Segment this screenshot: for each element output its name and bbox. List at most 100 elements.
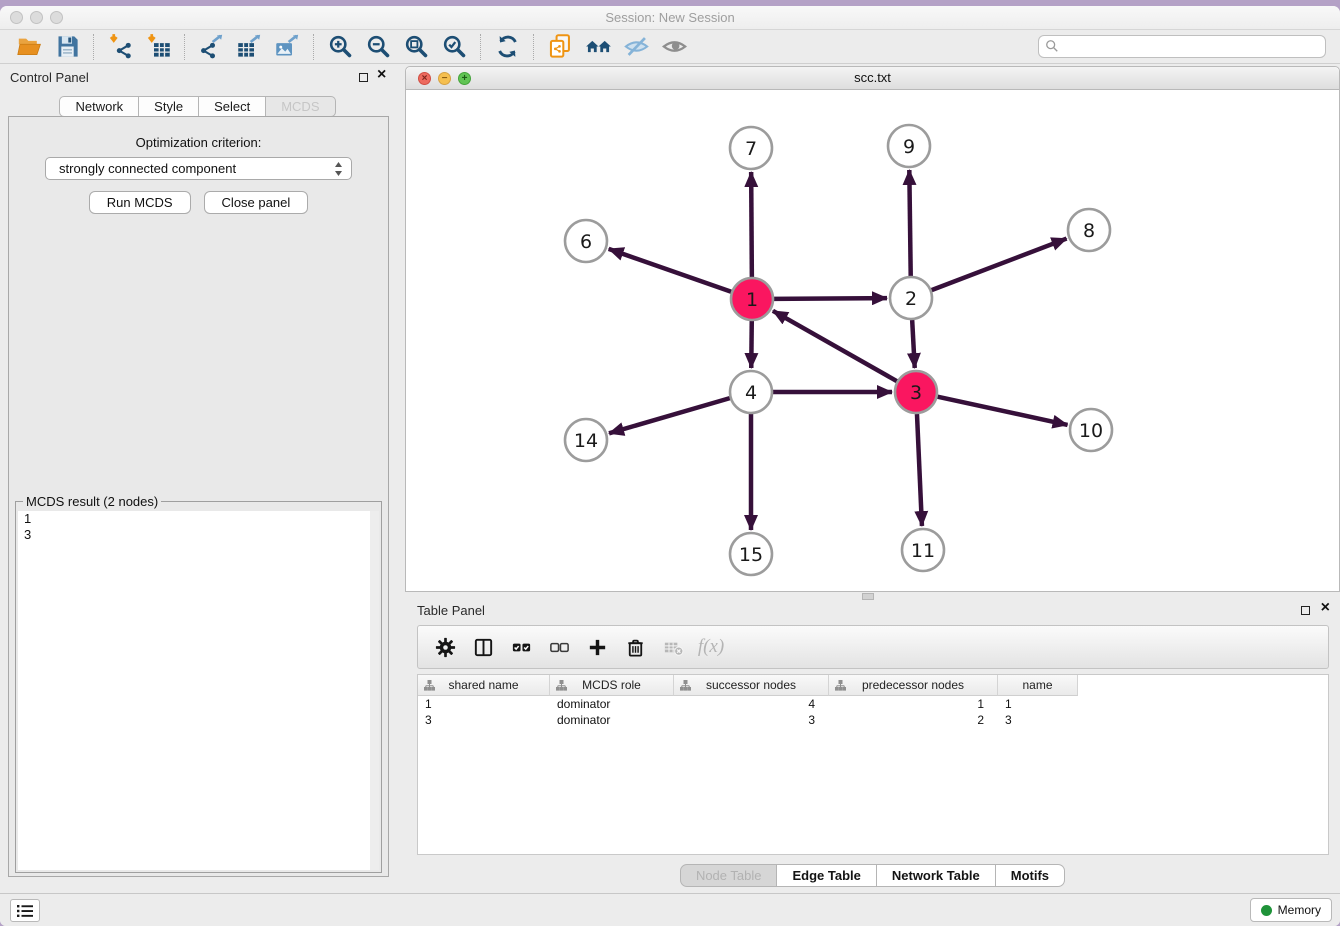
import-network-button[interactable]: [101, 32, 139, 62]
table-header-predecessor-nodes[interactable]: predecessor nodes: [829, 675, 998, 696]
table-cell[interactable]: dominator: [550, 713, 674, 727]
zoom-selected-icon: [441, 33, 468, 60]
zoom-out-button[interactable]: [359, 32, 397, 62]
graph-edge-1-7[interactable]: [751, 172, 752, 277]
table-row[interactable]: 3dominator323: [418, 712, 1328, 728]
horizontal-splitter-handle[interactable]: [862, 593, 874, 600]
network-canvas[interactable]: 7968124314101511: [406, 90, 1339, 591]
result-scrollbar[interactable]: [370, 511, 379, 870]
show-column-button[interactable]: [466, 630, 500, 664]
apply-layout-button[interactable]: [488, 32, 526, 62]
network-overview-button[interactable]: [579, 32, 617, 62]
control-panel-float-icon[interactable]: [359, 73, 368, 82]
column-attribute-icon: [835, 680, 846, 691]
save-session-button[interactable]: [48, 32, 86, 62]
column-attribute-icon: [680, 680, 691, 691]
table-cell[interactable]: 3: [418, 713, 550, 727]
table-cell[interactable]: 3: [674, 713, 829, 727]
graph-edge-1-2[interactable]: [774, 298, 887, 299]
hide-graphics-details-button[interactable]: [617, 32, 655, 62]
close-panel-button[interactable]: Close panel: [204, 191, 309, 214]
table-cell[interactable]: 1: [829, 697, 998, 711]
right-column: × − + scc.txt 7968124314101511 Table Pan…: [405, 64, 1340, 893]
table-cell[interactable]: 1: [418, 697, 550, 711]
tab-network-table[interactable]: Network Table: [877, 864, 996, 887]
column-label: name: [1022, 678, 1052, 692]
table-panel-float-icon[interactable]: [1301, 606, 1310, 615]
export-network-button[interactable]: [192, 32, 230, 62]
unselect-all-button[interactable]: [542, 630, 576, 664]
graph-edge-2-3[interactable]: [912, 320, 915, 368]
zoom-in-button[interactable]: [321, 32, 359, 62]
control-panel-close-icon[interactable]: ×: [377, 66, 386, 84]
table-options-button[interactable]: [428, 630, 462, 664]
tab-motifs[interactable]: Motifs: [996, 864, 1065, 887]
mcds-result-item[interactable]: 3: [18, 527, 379, 543]
tab-node-table[interactable]: Node Table: [680, 864, 778, 887]
mcds-result-list[interactable]: 13: [18, 511, 379, 870]
search-input[interactable]: [1038, 35, 1326, 58]
run-mcds-button[interactable]: Run MCDS: [89, 191, 191, 214]
gear-icon: [434, 636, 457, 659]
table-panel-close-icon[interactable]: ×: [1321, 599, 1330, 617]
mcds-buttons: Run MCDS Close panel: [9, 191, 388, 214]
graph-edge-1-6[interactable]: [609, 249, 732, 292]
toolbar-separator: [480, 34, 481, 60]
memory-label: Memory: [1278, 903, 1321, 917]
tab-select[interactable]: Select: [199, 96, 266, 117]
graph-edge-3-1[interactable]: [773, 311, 897, 381]
network-window: × − + scc.txt 7968124314101511: [405, 66, 1340, 592]
graph-node-label: 14: [574, 430, 598, 452]
table-cell[interactable]: 3: [998, 713, 1078, 727]
zoom-selected-button[interactable]: [435, 32, 473, 62]
graph-edge-2-8[interactable]: [932, 239, 1067, 291]
table-cell[interactable]: 4: [674, 697, 829, 711]
eye-icon: [661, 33, 688, 60]
select-all-icon: [510, 636, 533, 659]
table-cell[interactable]: dominator: [550, 697, 674, 711]
show-graphics-details-button[interactable]: [655, 32, 693, 62]
mcds-result-item[interactable]: 1: [18, 511, 379, 527]
delete-row-button[interactable]: [618, 630, 652, 664]
tab-network[interactable]: Network: [59, 96, 139, 117]
add-row-button[interactable]: [580, 630, 614, 664]
graph-node-label: 3: [910, 382, 922, 404]
table-cell[interactable]: 2: [829, 713, 998, 727]
table-header-shared-name[interactable]: shared name: [418, 675, 550, 696]
graph-edge-3-11[interactable]: [917, 414, 922, 526]
table-header-MCDS-role[interactable]: MCDS role: [550, 675, 674, 696]
table-row[interactable]: 1dominator411: [418, 696, 1328, 712]
delete-table-button[interactable]: [656, 630, 690, 664]
task-history-button[interactable]: [10, 899, 40, 922]
import-table-button[interactable]: [139, 32, 177, 62]
function-builder-button[interactable]: f(x): [694, 630, 728, 664]
application-window: Session: New Session: [0, 6, 1340, 926]
graph-edge-3-10[interactable]: [937, 397, 1067, 425]
graph-edge-4-14[interactable]: [609, 398, 730, 433]
zoom-fit-button[interactable]: [397, 32, 435, 62]
open-session-button[interactable]: [10, 32, 48, 62]
tab-mcds[interactable]: MCDS: [266, 96, 335, 117]
window-titlebar: Session: New Session: [0, 6, 1340, 30]
table-header-successor-nodes[interactable]: successor nodes: [674, 675, 829, 696]
column-label: MCDS role: [582, 678, 641, 692]
dropdown-arrows-icon: [334, 161, 343, 177]
graph-edge-1-4[interactable]: [751, 321, 752, 368]
table-cell[interactable]: 1: [998, 697, 1078, 711]
criterion-dropdown[interactable]: strongly connected component: [45, 157, 352, 180]
network-graph[interactable]: 7968124314101511: [406, 90, 1338, 591]
toolbar-separator: [93, 34, 94, 60]
tab-edge-table[interactable]: Edge Table: [777, 864, 876, 887]
graph-edge-2-9[interactable]: [909, 170, 910, 276]
unselect-all-icon: [548, 636, 571, 659]
tab-style[interactable]: Style: [139, 96, 199, 117]
toolbar-separator: [184, 34, 185, 60]
export-table-button[interactable]: [230, 32, 268, 62]
refresh-icon: [494, 33, 521, 60]
select-all-button[interactable]: [504, 630, 538, 664]
window-title: Session: New Session: [0, 10, 1340, 25]
export-image-button[interactable]: [268, 32, 306, 62]
duplicate-network-button[interactable]: [541, 32, 579, 62]
memory-button[interactable]: Memory: [1250, 898, 1332, 922]
table-header-name[interactable]: name: [998, 675, 1078, 696]
